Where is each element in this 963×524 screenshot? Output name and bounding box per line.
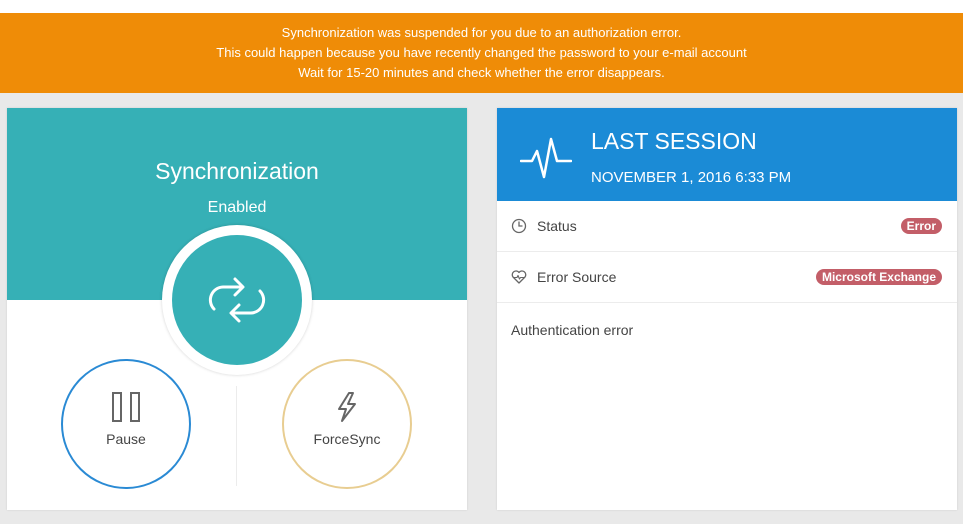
pause-button[interactable]: Pause [61,359,191,489]
pause-icon [112,392,140,422]
lightning-icon [338,392,356,422]
last-session-header: LAST SESSION NOVEMBER 1, 2016 6:33 PM [497,108,957,201]
sync-arrows-icon [208,277,266,323]
banner-line-1: Synchronization was suspended for you du… [281,25,682,40]
last-session-card: LAST SESSION NOVEMBER 1, 2016 6:33 PM St… [497,108,957,510]
status-row: Status Error [497,201,957,252]
synchronization-state: Enabled [207,199,267,216]
last-session-title: LAST SESSION [591,128,757,154]
button-divider [236,386,237,486]
synchronization-card: Synchronization Enabled Pause ForceSync [7,108,467,510]
heartbeat-icon [511,270,527,284]
top-strip [0,0,963,13]
last-session-date: NOVEMBER 1, 2016 6:33 PM [591,169,792,186]
status-label: Status [537,218,577,234]
status-badge: Error [900,218,942,234]
error-source-label: Error Source [537,269,617,285]
sync-button-ring [162,225,312,375]
clock-icon [511,218,527,234]
banner-line-2: This could happen because you have recen… [216,45,747,60]
pulse-icon [520,137,572,179]
error-source-badge: Microsoft Exchange [815,269,942,285]
forcesync-label: ForceSync [313,431,381,447]
pause-label: Pause [106,431,146,447]
sync-toggle-button[interactable] [172,235,302,365]
banner-line-3: Wait for 15-20 minutes and check whether… [298,65,665,80]
synchronization-title: Synchronization [155,158,319,184]
forcesync-button[interactable]: ForceSync [282,359,412,489]
error-detail-text: Authentication error [511,322,634,338]
error-source-row: Error Source Microsoft Exchange [497,252,957,303]
error-banner: Synchronization was suspended for you du… [0,13,963,93]
